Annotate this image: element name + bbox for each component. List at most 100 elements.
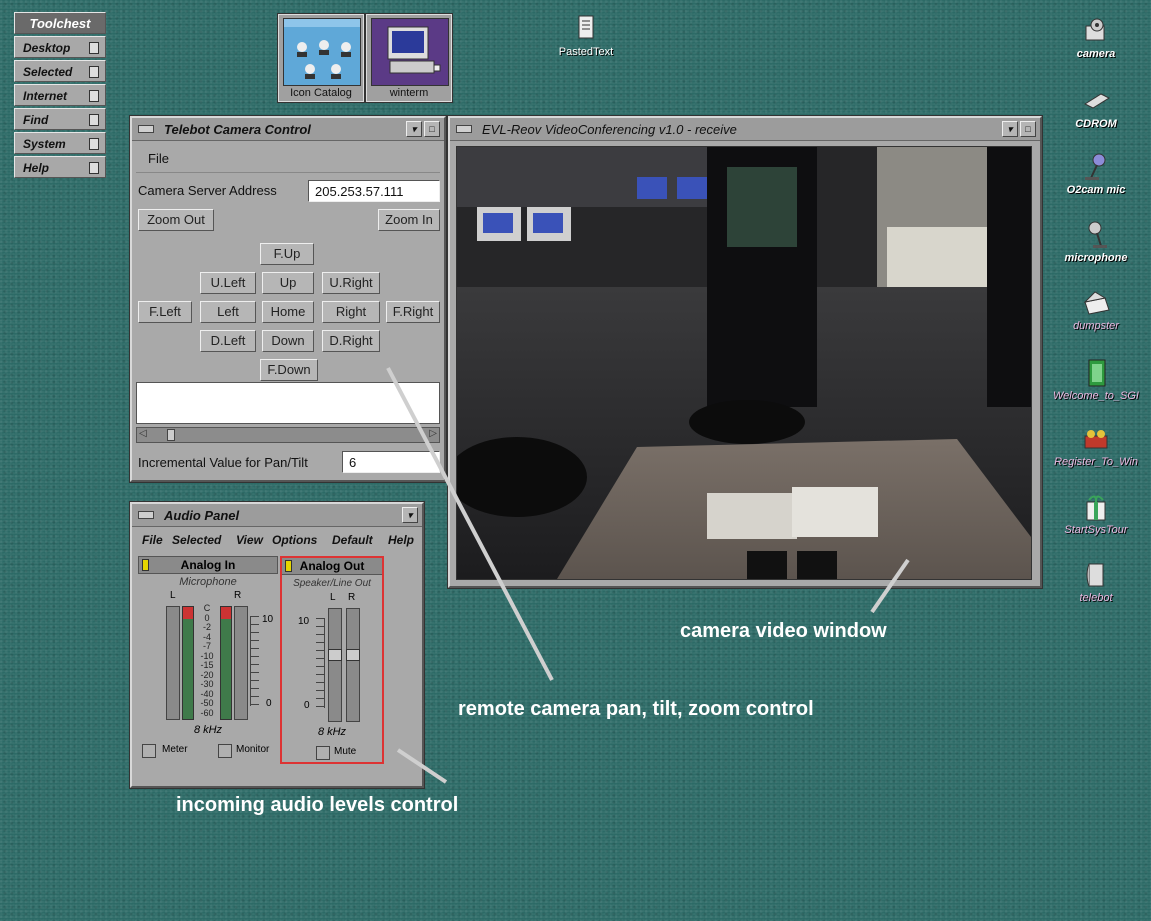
analog-out-right-knob[interactable]	[346, 649, 360, 661]
camera-label: camera	[1076, 48, 1116, 60]
desktop-icon-register[interactable]: Register_To_Win	[1046, 424, 1146, 468]
gift-box-icon	[1081, 492, 1111, 522]
startsystour-label: StartSysTour	[1064, 524, 1128, 536]
toolchest-system-label: System	[23, 137, 66, 151]
cdrom-label: CDROM	[1075, 118, 1117, 130]
window-menu-icon[interactable]	[138, 125, 154, 133]
toolchest-find[interactable]: Find	[14, 108, 106, 130]
document-icon	[571, 14, 601, 44]
analog-out-left-slider[interactable]	[328, 608, 342, 722]
minimize-icon[interactable]: ▾	[406, 121, 422, 137]
minimized-winterm[interactable]: winterm	[366, 14, 452, 102]
server-address-input[interactable]: 205.253.57.111	[308, 180, 440, 202]
right-button[interactable]: Right	[322, 301, 380, 323]
microphone-label: microphone	[1064, 252, 1128, 264]
analog-in-right-slider[interactable]	[234, 606, 248, 720]
analog-out-source: Speaker/Line Out	[293, 578, 371, 589]
server-address-label: Camera Server Address	[138, 183, 277, 198]
analog-in-tick-0: 0	[266, 698, 272, 709]
desktop-icon-startsystour[interactable]: StartSysTour	[1046, 492, 1146, 536]
status-text-area[interactable]	[136, 382, 440, 424]
camera-icon	[1081, 16, 1111, 46]
maximize-icon[interactable]: □	[424, 121, 440, 137]
annotation-audio: incoming audio levels control	[176, 794, 459, 816]
toolchest-desktop[interactable]: Desktop	[14, 36, 106, 58]
analog-in-right-peak	[221, 607, 231, 619]
audio-menu-help[interactable]: Help	[388, 533, 414, 547]
toolchest-help[interactable]: Help	[14, 156, 106, 178]
gift-icon	[1081, 424, 1111, 454]
scroll-right-arrow-icon[interactable]: ▷	[429, 428, 437, 439]
desktop-icon-telebot[interactable]: telebot	[1046, 560, 1146, 604]
analog-in-rate: 8 kHz	[193, 724, 223, 736]
desktop-icon-dumpster[interactable]: dumpster	[1046, 288, 1146, 332]
audio-menu-selected[interactable]: Selected	[172, 533, 221, 547]
left-button[interactable]: Left	[200, 301, 256, 323]
camera-control-window: Telebot Camera Control ▾ □ File Camera S…	[130, 116, 446, 482]
d-right-button[interactable]: D.Right	[322, 330, 380, 352]
analog-in-right-label: R	[234, 590, 242, 601]
scroll-thumb[interactable]	[167, 429, 175, 441]
analog-out-ticks	[316, 618, 325, 708]
desktop-icon-microphone[interactable]: microphone	[1046, 220, 1146, 264]
minimize-icon[interactable]: ▾	[1002, 121, 1018, 137]
audio-menu-default[interactable]: Default	[332, 533, 373, 547]
d-left-button[interactable]: D.Left	[200, 330, 256, 352]
f-up-button[interactable]: F.Up	[260, 243, 314, 265]
video-window-titlebar[interactable]: EVL-Reov VideoConferencing v1.0 - receiv…	[450, 118, 1040, 141]
zoom-out-button[interactable]: Zoom Out	[138, 209, 214, 231]
toolchest-internet[interactable]: Internet	[14, 84, 106, 106]
microphone-icon	[1081, 220, 1111, 250]
home-button[interactable]: Home	[262, 301, 314, 323]
f-left-button[interactable]: F.Left	[138, 301, 192, 323]
audio-menu-view[interactable]: View	[236, 533, 263, 547]
camera-control-titlebar[interactable]: Telebot Camera Control ▾ □	[132, 118, 444, 141]
analog-in-tick-10: 10	[262, 614, 274, 625]
menu-file[interactable]: File	[148, 151, 169, 166]
f-right-button[interactable]: F.Right	[386, 301, 440, 323]
desktop-icon-pastedtext[interactable]: PastedText	[536, 14, 636, 58]
desktop-icon-o2cam-mic[interactable]: O2cam mic	[1046, 152, 1146, 196]
toolchest-selected[interactable]: Selected	[14, 60, 106, 82]
up-button[interactable]: Up	[262, 272, 314, 294]
toolchest-system[interactable]: System	[14, 132, 106, 154]
icon-catalog-thumbnail	[283, 18, 361, 86]
down-button[interactable]: Down	[262, 330, 314, 352]
analog-in-left-meter	[182, 606, 194, 720]
video-window-title: EVL-Reov VideoConferencing v1.0 - receiv…	[482, 121, 737, 137]
analog-in-left-label: L	[170, 590, 176, 601]
maximize-icon[interactable]: □	[1020, 121, 1036, 137]
audio-menu-options[interactable]: Options	[272, 533, 317, 547]
desktop-icon-cdrom[interactable]: CDROM	[1046, 86, 1146, 130]
zoom-in-button[interactable]: Zoom In	[378, 209, 440, 231]
scroll-left-arrow-icon[interactable]: ◁	[139, 428, 147, 439]
desktop-icon-welcome[interactable]: Welcome_to_SGI	[1046, 358, 1146, 402]
monitor-checkbox[interactable]	[218, 744, 232, 758]
camera-control-menubar: File	[136, 144, 440, 173]
dumpster-label: dumpster	[1073, 320, 1119, 332]
window-menu-icon[interactable]	[456, 125, 472, 133]
analog-out-rate: 8 kHz	[317, 726, 347, 738]
meter-label: Meter	[162, 744, 188, 755]
audio-panel-titlebar[interactable]: Audio Panel ▾	[132, 504, 422, 527]
meter-checkbox[interactable]	[142, 744, 156, 758]
cdrom-icon	[1081, 86, 1111, 116]
horizontal-scrollbar[interactable]: ◁ ▷	[136, 427, 440, 443]
video-window: EVL-Reov VideoConferencing v1.0 - receiv…	[448, 116, 1042, 588]
analog-in-source: Microphone	[179, 576, 237, 588]
analog-out-left-knob[interactable]	[328, 649, 342, 661]
video-frame[interactable]	[456, 146, 1032, 580]
analog-out-right-slider[interactable]	[346, 608, 360, 722]
u-left-button[interactable]: U.Left	[200, 272, 256, 294]
desktop-icon-camera[interactable]: camera	[1046, 16, 1146, 60]
window-menu-icon[interactable]	[138, 511, 154, 519]
minimize-icon[interactable]: ▾	[402, 507, 418, 523]
u-right-button[interactable]: U.Right	[322, 272, 380, 294]
analog-in-left-slider[interactable]	[166, 606, 180, 720]
analog-out-section: Analog Out Speaker/Line Out L R 10 0 8 k…	[280, 556, 384, 764]
f-down-button[interactable]: F.Down	[260, 359, 318, 381]
mute-checkbox[interactable]	[316, 746, 330, 760]
increment-input[interactable]: 6	[342, 451, 440, 473]
minimized-icon-catalog[interactable]: Icon Catalog	[278, 14, 364, 102]
audio-menu-file[interactable]: File	[142, 533, 163, 547]
